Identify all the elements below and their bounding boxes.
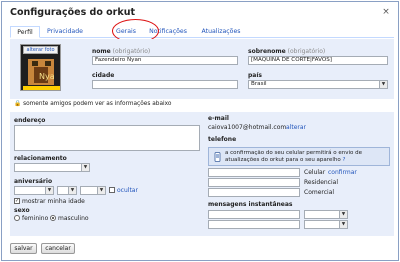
- close-icon[interactable]: ×: [380, 6, 392, 18]
- celular-field[interactable]: [208, 168, 300, 177]
- feminino-radio[interactable]: [14, 215, 20, 221]
- hide-birthday-checkbox[interactable]: [109, 187, 115, 193]
- help-icon[interactable]: ?: [342, 157, 345, 163]
- im-service-select-2[interactable]: ▼: [304, 220, 348, 229]
- chevron-down-icon: ▼: [68, 187, 76, 194]
- cidade-field[interactable]: [92, 80, 238, 89]
- residencial-field[interactable]: [208, 178, 300, 187]
- im-field-2[interactable]: [208, 220, 300, 229]
- aniversario-label: aniversário: [14, 178, 53, 185]
- chevron-down-icon: ▼: [339, 211, 347, 218]
- celular-label: Celular: [304, 169, 326, 176]
- birthday-year-select[interactable]: ▼: [80, 186, 106, 195]
- im-field-1[interactable]: [208, 210, 300, 219]
- sexo-label: sexo: [14, 207, 30, 214]
- tab-atualizacoes[interactable]: Atualizações: [196, 26, 246, 38]
- endereco-textarea[interactable]: [14, 125, 200, 151]
- change-photo-link[interactable]: alterar foto: [23, 46, 58, 54]
- comercial-field[interactable]: [208, 188, 300, 197]
- phone-info-box: a confirmação do seu celular permitirá o…: [208, 147, 390, 166]
- birthday-day-select[interactable]: ▼: [14, 186, 54, 195]
- dialog-title: Configurações do orkut: [10, 7, 135, 18]
- profile-header-panel: Nya alterar foto nome (obrigatório) Faze…: [10, 39, 394, 99]
- chevron-down-icon: ▼: [81, 164, 89, 171]
- tab-privacidade[interactable]: Privacidade: [44, 26, 86, 38]
- im-service-select-1[interactable]: ▼: [304, 210, 348, 219]
- pais-label: país: [248, 72, 262, 79]
- avatar: Nya alterar foto: [20, 44, 61, 91]
- show-age-checkbox[interactable]: ✓: [14, 198, 20, 204]
- cidade-label: cidade: [92, 72, 115, 79]
- tab-perfil[interactable]: Perfil: [10, 26, 40, 38]
- telefone-label: telefone: [208, 136, 237, 143]
- nome-label: nome (obrigatório): [92, 48, 151, 55]
- sobrenome-label: sobrenome (obrigatório): [248, 48, 326, 55]
- feminino-label: feminino: [22, 215, 49, 222]
- chevron-down-icon: ▼: [339, 221, 347, 228]
- mostrar-idade-label: mostrar minha idade: [22, 198, 85, 205]
- lock-icon: 🔒: [14, 101, 22, 107]
- tab-bar: Perfil Privacidade Gerais Notificações A…: [10, 26, 394, 38]
- confirmar-link[interactable]: confirmar: [328, 169, 357, 176]
- privacy-note: 🔒 somente amigos podem ver as informaçõe…: [14, 101, 172, 107]
- email-value: caiova1007@hotmail.com: [208, 124, 287, 131]
- endereco-label: endereço: [14, 117, 46, 124]
- cancel-button[interactable]: cancelar: [41, 243, 75, 254]
- chevron-down-icon: ▼: [97, 187, 105, 194]
- phone-info-text: a confirmação do seu celular permitirá o…: [225, 150, 363, 163]
- masculino-label: masculino: [58, 215, 89, 222]
- save-button[interactable]: salvar: [10, 243, 37, 254]
- settings-dialog: Configurações do orkut × Perfil Privacid…: [1, 1, 399, 261]
- birthday-month-select[interactable]: ▼: [57, 186, 77, 195]
- sobrenome-field[interactable]: [MÁQUINA DE CORTE|FAVOS]: [248, 56, 388, 65]
- svg-text:Nya: Nya: [39, 72, 55, 81]
- phone-icon: [214, 152, 221, 162]
- details-panel: endereço relacionamento ▼ aniversário ▼ …: [10, 112, 394, 236]
- ocultar-label: ocultar: [117, 187, 138, 194]
- alterar-email-link[interactable]: alterar: [286, 124, 306, 131]
- relacionamento-select[interactable]: ▼: [14, 163, 90, 172]
- comercial-label: Comercial: [304, 189, 335, 196]
- mensagens-label: mensagens instantâneas: [208, 201, 293, 208]
- residencial-label: Residencial: [304, 179, 338, 186]
- email-label: e-mail: [208, 115, 229, 122]
- nome-field[interactable]: Fazendeiro Nyan: [92, 56, 238, 65]
- chevron-down-icon: ▼: [379, 81, 387, 88]
- relacionamento-label: relacionamento: [14, 155, 67, 162]
- pais-select[interactable]: Brasil ▼: [248, 80, 388, 89]
- chevron-down-icon: ▼: [45, 187, 53, 194]
- masculino-radio[interactable]: [50, 215, 56, 221]
